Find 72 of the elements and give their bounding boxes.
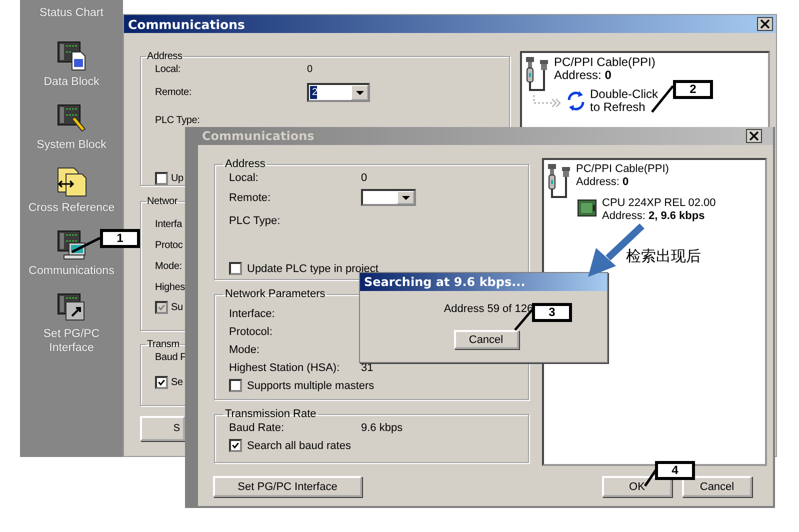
callout-number: 4	[655, 461, 695, 480]
group-title: Networ	[146, 196, 178, 207]
window-title: Communications	[202, 129, 314, 143]
field-label: Mode:	[155, 261, 182, 272]
checkbox[interactable]	[155, 172, 168, 185]
group-title: Address	[146, 51, 184, 62]
field-label: PLC Type:	[229, 215, 280, 227]
dotted-connector	[532, 95, 562, 107]
window-title: Searching at 9.6 kbps...	[364, 275, 526, 289]
callout-number: 2	[673, 80, 713, 99]
checkbox-label: Se	[171, 377, 183, 388]
plc-info: CPU 224XP REL 02.00	[602, 197, 716, 210]
field-label: Remote:	[155, 87, 192, 98]
checkmark-icon	[157, 302, 166, 313]
field-value: 0	[361, 172, 368, 184]
documents-icon[interactable]	[56, 166, 88, 198]
close-icon[interactable]	[757, 17, 773, 31]
ok-button[interactable]: OK	[602, 476, 672, 497]
dropdown-arrow-icon[interactable]	[356, 90, 364, 94]
annotation-text: 检索出现后	[626, 247, 701, 266]
field-label: Mode:	[229, 344, 261, 356]
checkbox[interactable]	[229, 379, 242, 392]
group-title: Network Parameters	[224, 288, 326, 300]
cable-address: Address: 0	[576, 176, 630, 189]
checkmark-icon	[231, 440, 240, 451]
field-label: PLC Type:	[155, 115, 200, 126]
interface-button[interactable]: Set PG/PC Interface	[213, 476, 362, 497]
callout-number: 1	[100, 229, 140, 248]
field-label: Highest Station (HSA):	[229, 362, 341, 374]
cable-label: PC/PPI Cable(PPI)	[576, 163, 669, 176]
checkmark-icon	[157, 377, 166, 388]
computer-icon[interactable]	[56, 229, 88, 261]
plc-icon[interactable]	[577, 199, 597, 217]
plc-info: Address: 2, 9.6 kbps	[602, 210, 706, 223]
cancel-button[interactable]: Cancel	[682, 476, 752, 497]
cable-label: PC/PPI Cable(PPI)	[554, 56, 656, 69]
refresh-hint[interactable]: Double-Click	[590, 88, 658, 101]
field-value: 0	[307, 64, 312, 75]
refresh-icon[interactable]	[565, 90, 587, 112]
group-title: Address	[224, 158, 266, 170]
dropdown[interactable]: 2	[307, 83, 370, 102]
field-label: Remote:	[229, 192, 272, 204]
group-title: Transmission Rate	[224, 408, 318, 420]
checkbox-label: Supports multiple masters	[247, 380, 374, 392]
cancel-button[interactable]: Cancel	[454, 330, 518, 349]
field-label: Highes	[155, 282, 185, 293]
dropdown-arrow-icon[interactable]	[402, 196, 410, 200]
callout-number: 3	[532, 303, 572, 322]
cable-address: Address: 0	[554, 69, 612, 82]
checkbox-label: Up	[171, 173, 184, 184]
field-label: Local:	[229, 172, 260, 184]
document-icon[interactable]	[56, 40, 88, 72]
checkbox[interactable]	[229, 439, 242, 452]
checkbox[interactable]	[155, 376, 168, 389]
window-title: Communications	[128, 16, 245, 32]
field-label: Interface:	[229, 308, 276, 320]
field-label: Protocol:	[229, 326, 274, 338]
leader-line	[71, 236, 101, 254]
field-value: 9.6 kbps	[361, 422, 403, 434]
checkbox[interactable]	[229, 262, 242, 275]
field-label: Baud Rate:	[229, 422, 286, 434]
close-icon[interactable]	[746, 129, 762, 143]
field-label: Interfa	[155, 219, 182, 230]
dropdown[interactable]	[361, 189, 416, 206]
refresh-hint[interactable]: to Refresh	[590, 101, 658, 114]
checkbox-label: Update PLC type in project	[247, 262, 378, 274]
checkbox-label: Search all baud rates	[247, 440, 351, 452]
group-title: Transm	[146, 339, 180, 350]
field-label: Protoc	[155, 240, 183, 251]
checkbox-label: Su	[171, 302, 183, 313]
interface-button[interactable]: S	[140, 416, 185, 441]
field-label: Local:	[155, 64, 182, 75]
